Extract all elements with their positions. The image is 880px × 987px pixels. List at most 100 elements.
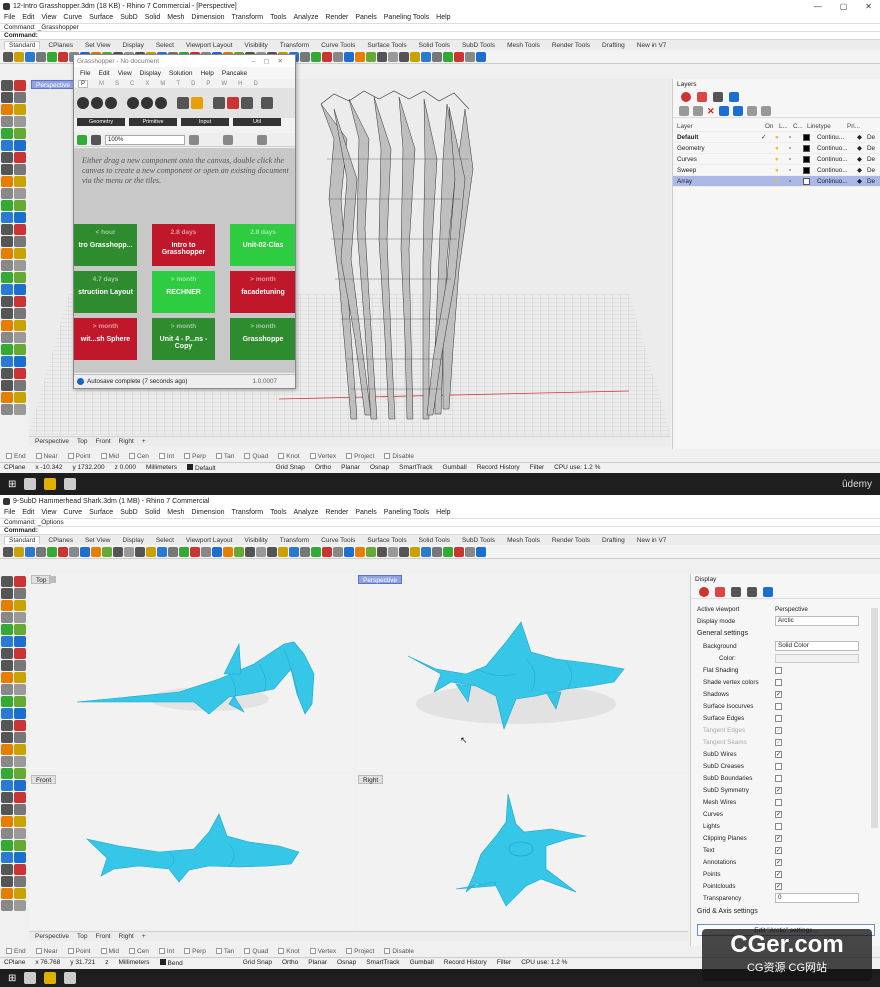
toolbar-tool-icon[interactable] [14,51,24,62]
menu-item-transform[interactable]: Transform [232,509,264,516]
osnap-quad[interactable]: Quad [244,453,268,460]
osnap-checkbox[interactable] [6,947,12,954]
tab-mesh-tools[interactable]: Mesh Tools [503,537,544,544]
osnap-checkbox[interactable] [67,947,74,954]
display-setting-row[interactable]: Lights [691,820,880,832]
display-setting-checkbox[interactable]: ✓ [775,726,782,734]
tool-icon[interactable] [1,600,13,611]
gh-component-icon[interactable] [127,97,139,109]
tab-subd-tools[interactable]: SubD Tools [458,537,499,544]
tool-icon[interactable] [1,80,13,91]
osnap-checkbox[interactable] [309,452,316,459]
menu-item-edit[interactable]: Edit [22,14,34,21]
tool-icon[interactable] [14,636,26,647]
toolbar-tool-icon[interactable] [399,546,409,557]
tab-drafting[interactable]: Drafting [598,537,629,544]
gh-tab[interactable]: P [206,81,210,87]
tool-icon[interactable] [14,852,26,863]
status-ortho[interactable]: Ortho [315,464,331,471]
menu-item-solid[interactable]: Solid [145,509,161,516]
tool-icon[interactable] [14,780,26,791]
toolbar-tool-icon[interactable] [377,51,387,62]
display-mode-select[interactable]: Arctic [775,616,859,626]
tool-icon[interactable] [14,612,26,623]
toolbar-tool-icon[interactable] [421,546,431,557]
display-setting-checkbox[interactable] [775,666,782,674]
toolbar-tool-icon[interactable] [47,51,57,62]
gh-group-input[interactable]: Input [181,118,229,126]
perspective-viewport[interactable]: Perspective ↖ [356,574,688,772]
tool-icon[interactable] [1,636,13,647]
gh-recent-file-tile[interactable]: 2.8 days Unit-02-Clas [230,224,295,266]
rhino-task-icon[interactable] [64,478,77,490]
background-color-swatch[interactable] [775,653,859,663]
tab-set-view[interactable]: Set View [81,537,115,544]
display-setting-row[interactable]: Shadows ✓ [691,688,880,700]
tool-icon[interactable] [1,260,13,271]
menu-item-render[interactable]: Render [325,14,348,21]
tool-icon[interactable] [14,672,26,683]
tab-new-in-v7[interactable]: New in V7 [633,42,671,49]
gh-tab[interactable]: M [99,81,104,87]
menu-item-help[interactable]: Help [436,509,450,516]
tool-icon[interactable] [1,188,13,199]
tool-icon[interactable] [1,804,13,815]
tab-viewport-layout[interactable]: Viewport Layout [182,42,237,49]
osnap-cen[interactable]: Cen [128,947,149,955]
tab-set-view[interactable]: Set View [81,42,115,49]
tool-icon[interactable] [14,248,26,259]
tool-icon[interactable] [14,344,26,355]
command-line[interactable]: Command: [0,31,880,39]
osnap-checkbox[interactable] [128,947,135,954]
tool-icon[interactable] [14,104,26,115]
tool-icon[interactable] [1,320,13,331]
tool-icon[interactable] [14,92,26,103]
gh-arrow-icon[interactable] [261,97,273,109]
gh-tab[interactable]: H [238,81,242,87]
osnap-disable[interactable]: Disable [384,948,414,955]
tab-visibility[interactable]: Visibility [240,537,271,544]
move-up-icon[interactable] [718,106,729,116]
toolbar-tool-icon[interactable] [366,51,376,62]
osnap-checkbox[interactable] [346,947,353,954]
toolbar-tool-icon[interactable] [377,546,387,557]
display-setting-row[interactable]: Pointclouds ✓ [691,880,880,892]
layers-icon[interactable] [715,587,725,597]
tab-visibility[interactable]: Visibility [240,42,271,49]
bulb-icon[interactable]: ● [775,167,789,174]
toolbar-tool-icon[interactable] [443,546,453,557]
display-setting-row[interactable]: Mesh Wires [691,796,880,808]
toolbar-tool-icon[interactable] [278,546,288,557]
osnap-perp[interactable]: Perp [184,453,206,460]
osnap-checkbox[interactable] [67,452,74,459]
osnap-checkbox[interactable] [309,947,316,954]
tab-solid-tools[interactable]: Solid Tools [415,537,454,544]
layer-color[interactable] [803,177,810,185]
toolbar-tool-icon[interactable] [179,546,189,557]
status-cpu-use-------[interactable]: CPU use: 1.2 % [554,464,600,471]
toolbar-tool-icon[interactable] [410,51,420,62]
menu-item-analyze[interactable]: Analyze [293,509,318,516]
menu-item-surface[interactable]: Surface [89,509,113,516]
tool-icon[interactable] [14,684,26,695]
explorer-task-icon[interactable] [44,478,57,490]
tool-icon[interactable] [14,284,26,295]
toolbar-tool-icon[interactable] [25,51,35,62]
toolbar-tool-icon[interactable] [135,546,145,557]
gh-component-icon[interactable] [105,97,117,109]
bulb-icon[interactable]: ● [775,134,789,141]
viewport-tab-top[interactable]: Top [77,438,87,445]
tab-mesh-tools[interactable]: Mesh Tools [503,42,544,49]
status-record-history[interactable]: Record History [444,959,487,966]
menu-item-curve[interactable]: Curve [63,14,82,21]
tool-icon[interactable] [1,176,13,187]
tool-icon[interactable] [1,660,13,671]
gh-menu-pancake[interactable]: Pancake [222,70,247,77]
tool-icon[interactable] [1,648,13,659]
gh-menu-file[interactable]: File [80,70,90,77]
gh-tab[interactable]: M [160,81,165,87]
toolbar-tool-icon[interactable] [58,546,68,557]
tool-icon[interactable] [1,840,13,851]
tool-icon[interactable] [1,816,13,827]
layers-icon[interactable] [697,92,707,102]
